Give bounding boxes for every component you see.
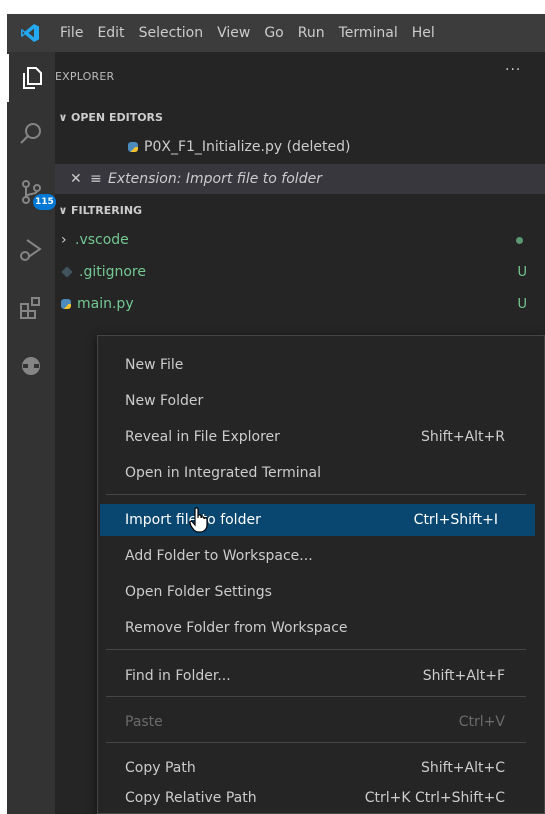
tree-item-label: .vscode	[75, 232, 129, 248]
open-editors-header[interactable]: ∨ OPEN EDITORS	[55, 106, 163, 128]
menu-item-label: New Folder	[125, 393, 204, 409]
activity-source-control[interactable]: 115	[7, 168, 56, 216]
explorer-title: EXPLORER	[55, 70, 115, 83]
menu-separator	[106, 649, 526, 650]
files-icon	[23, 67, 42, 89]
git-file-icon	[61, 266, 73, 278]
menu-file[interactable]: File	[53, 14, 90, 52]
menu-item-new-file[interactable]: New File	[98, 349, 544, 381]
git-status-badge: U	[517, 296, 527, 312]
menu-separator	[106, 742, 526, 743]
menu-item-copy-path[interactable]: Copy Path Shift+Alt+C	[98, 752, 544, 784]
remote-icon	[22, 357, 40, 375]
menu-item-add-folder-to-workspace[interactable]: Add Folder to Workspace...	[98, 540, 544, 572]
context-menu: New File New Folder Reveal in File Explo…	[97, 335, 545, 814]
activity-remote[interactable]	[7, 342, 55, 390]
menu-item-label: Copy Relative Path	[125, 790, 257, 806]
open-editor-item-active[interactable]: ✕ ≡ Extension: Import file to folder	[55, 164, 545, 194]
menu-item-label: Open Folder Settings	[125, 584, 272, 600]
menu-item-label: Add Folder to Workspace...	[125, 548, 313, 564]
menu-item-shortcut: Shift+Alt+R	[421, 429, 505, 445]
menu-item-label: Find in Folder...	[125, 668, 231, 684]
menu-item-find-in-folder[interactable]: Find in Folder... Shift+Alt+F	[98, 660, 544, 692]
menu-item-paste[interactable]: Paste Ctrl+V	[98, 706, 544, 738]
menu-selection[interactable]: Selection	[132, 14, 211, 52]
menu-item-new-folder[interactable]: New Folder	[98, 385, 544, 417]
git-status-badge: U	[517, 264, 527, 280]
list-icon: ≡	[90, 171, 102, 187]
menu-item-label: Open in Integrated Terminal	[125, 465, 321, 481]
open-editors-label: OPEN EDITORS	[71, 110, 163, 124]
menu-item-open-folder-settings[interactable]: Open Folder Settings	[98, 576, 544, 608]
folder-label: FILTRERING	[71, 203, 143, 217]
python-file-icon	[61, 299, 71, 309]
activity-run-debug[interactable]	[7, 226, 55, 274]
menu-item-label: Paste	[125, 714, 163, 730]
open-editor-item[interactable]: P0X_F1_Initialize.py (deleted)	[55, 132, 545, 162]
open-editor-label: Extension: Import file to folder	[108, 171, 322, 187]
tree-item-label: .gitignore	[79, 264, 146, 280]
menu-item-label: Reveal in File Explorer	[125, 429, 280, 445]
close-icon[interactable]: ✕	[70, 171, 90, 187]
run-debug-icon	[20, 239, 42, 261]
chevron-right-icon: ›	[61, 232, 67, 248]
tree-item-main-py[interactable]: main.py U	[55, 289, 545, 319]
python-file-icon	[128, 142, 138, 152]
title-bar: File Edit Selection View Go Run Terminal…	[7, 14, 545, 52]
menu-item-copy-relative-path[interactable]: Copy Relative Path Ctrl+K Ctrl+Shift+C	[98, 782, 544, 814]
menu-edit[interactable]: Edit	[90, 14, 131, 52]
menu-run[interactable]: Run	[291, 14, 332, 52]
open-editor-label: P0X_F1_Initialize.py (deleted)	[144, 139, 351, 155]
tree-item-label: main.py	[77, 296, 134, 312]
more-actions-icon[interactable]: ···	[505, 62, 521, 78]
menu-separator	[106, 494, 526, 495]
menu-item-shortcut: Shift+Alt+F	[422, 668, 505, 684]
menu-view[interactable]: View	[210, 14, 257, 52]
git-modified-dot-icon	[516, 236, 523, 244]
chevron-down-icon: ∨	[58, 203, 68, 217]
menu-item-shortcut: Shift+Alt+C	[420, 760, 505, 776]
menu-item-label: New File	[125, 357, 184, 373]
menu-item-shortcut: Ctrl+V	[458, 714, 505, 730]
menu-item-remove-folder-from-workspace[interactable]: Remove Folder from Workspace	[98, 612, 544, 644]
menu-help[interactable]: Hel	[405, 14, 442, 52]
activity-extensions[interactable]	[7, 284, 55, 332]
activity-search[interactable]	[7, 110, 55, 158]
menu-terminal[interactable]: Terminal	[332, 14, 405, 52]
menu-item-shortcut: Ctrl+Shift+I	[413, 512, 498, 528]
hand-pointer-cursor-icon	[189, 507, 208, 533]
activity-bar: 115	[7, 52, 56, 814]
menu-separator	[106, 696, 526, 697]
source-control-badge: 115	[33, 194, 56, 210]
activity-explorer[interactable]	[7, 54, 55, 102]
menu-item-shortcut: Ctrl+K Ctrl+Shift+C	[364, 790, 505, 806]
menu-item-label: Copy Path	[125, 760, 196, 776]
tree-item-gitignore[interactable]: .gitignore U	[55, 257, 545, 287]
folder-header[interactable]: ∨ FILTRERING	[55, 199, 143, 221]
search-icon	[20, 123, 41, 144]
menu-item-reveal-in-file-explorer[interactable]: Reveal in File Explorer Shift+Alt+R	[98, 421, 544, 453]
menu-item-label: Remove Folder from Workspace	[125, 620, 348, 636]
tree-item-vscode[interactable]: › .vscode	[55, 225, 545, 255]
menu-go[interactable]: Go	[257, 14, 290, 52]
menu-item-open-in-terminal[interactable]: Open in Integrated Terminal	[98, 457, 544, 489]
chevron-down-icon: ∨	[58, 110, 68, 124]
menu-item-import-file-to-folder[interactable]: Import file to folder Ctrl+Shift+I	[100, 504, 535, 536]
extensions-icon	[20, 297, 40, 319]
vscode-window: File Edit Selection View Go Run Terminal…	[7, 14, 545, 814]
vscode-logo-icon	[7, 14, 53, 52]
